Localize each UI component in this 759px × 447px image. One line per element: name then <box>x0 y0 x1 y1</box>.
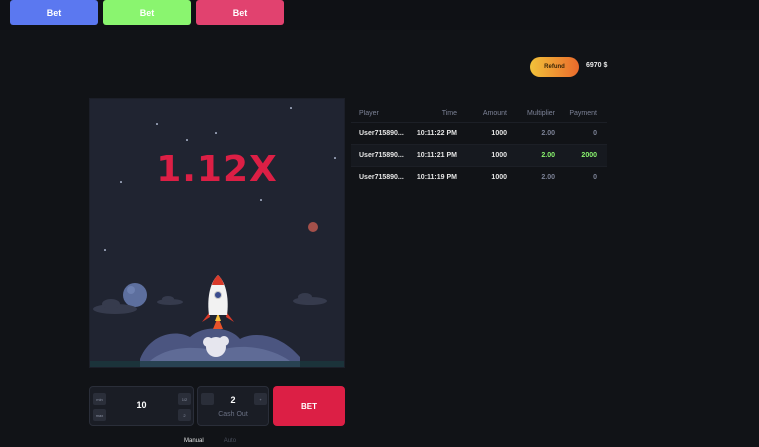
cell-payment: 0 <box>593 174 597 181</box>
bet-button-green[interactable]: Bet <box>103 0 191 25</box>
header-player: Player <box>359 109 379 117</box>
double-button[interactable]: 2 <box>178 409 191 421</box>
cell-payment: 0 <box>593 130 597 137</box>
bet-button-pink[interactable]: Bet <box>196 0 284 25</box>
cell-player: User715890... <box>359 174 404 181</box>
half-button[interactable]: 1/2 <box>178 393 191 405</box>
tab-manual[interactable]: Manual <box>184 438 204 444</box>
table-row: User715890... 10:11:19 PM 1000 2.00 0 <box>351 166 607 188</box>
cell-multiplier: 2.00 <box>541 130 555 137</box>
bet-amount-panel: min max 10 1/2 2 <box>89 386 194 426</box>
balance-display: 6970 $ <box>586 62 608 69</box>
crash-game-screen: 1.12X <box>89 98 345 368</box>
header-multiplier: Multiplier <box>526 109 555 117</box>
cell-payment: 2000 <box>581 152 597 159</box>
cell-player: User715890... <box>359 152 404 159</box>
max-button[interactable]: max <box>93 409 106 421</box>
bet-button-blue[interactable]: Bet <box>10 0 98 25</box>
refund-button[interactable]: Refund <box>530 57 579 77</box>
game-scene <box>90 222 344 367</box>
history-table: Player Time Amount Multiplier Payment Us… <box>351 104 607 188</box>
cashout-panel: 2 + Cash Out <box>197 386 269 426</box>
cell-amount: 1000 <box>491 152 507 159</box>
red-planet-icon <box>308 222 318 232</box>
cell-multiplier: 2.00 <box>541 174 555 181</box>
cloud-icon <box>293 293 327 305</box>
header-time: Time <box>441 109 457 117</box>
cell-time: 10:11:21 PM <box>416 152 457 159</box>
header-amount: Amount <box>482 109 507 117</box>
top-bar: Bet Bet Bet <box>0 0 759 30</box>
cell-time: 10:11:19 PM <box>416 174 457 181</box>
cashout-increment-button[interactable]: + <box>254 393 267 405</box>
table-row: User715890... 10:11:22 PM 1000 2.00 0 <box>351 122 607 144</box>
cell-multiplier: 2.00 <box>541 152 555 159</box>
cashout-label: Cash Out <box>218 411 248 418</box>
cell-player: User715890... <box>359 130 404 137</box>
bet-mode-tabs: Manual Auto <box>184 438 236 444</box>
blue-planet-icon <box>123 283 147 307</box>
tab-auto[interactable]: Auto <box>224 438 236 444</box>
header-payment: Payment <box>569 109 597 117</box>
table-row: User715890... 10:11:21 PM 1000 2.00 2000 <box>351 144 607 166</box>
cell-amount: 1000 <box>491 174 507 181</box>
cloud-icon <box>157 296 183 305</box>
rocket-icon <box>202 275 234 329</box>
cell-amount: 1000 <box>491 130 507 137</box>
bet-button[interactable]: BET <box>273 386 345 426</box>
table-header: Player Time Amount Multiplier Payment <box>351 104 607 122</box>
cell-time: 10:11:22 PM <box>416 130 457 137</box>
